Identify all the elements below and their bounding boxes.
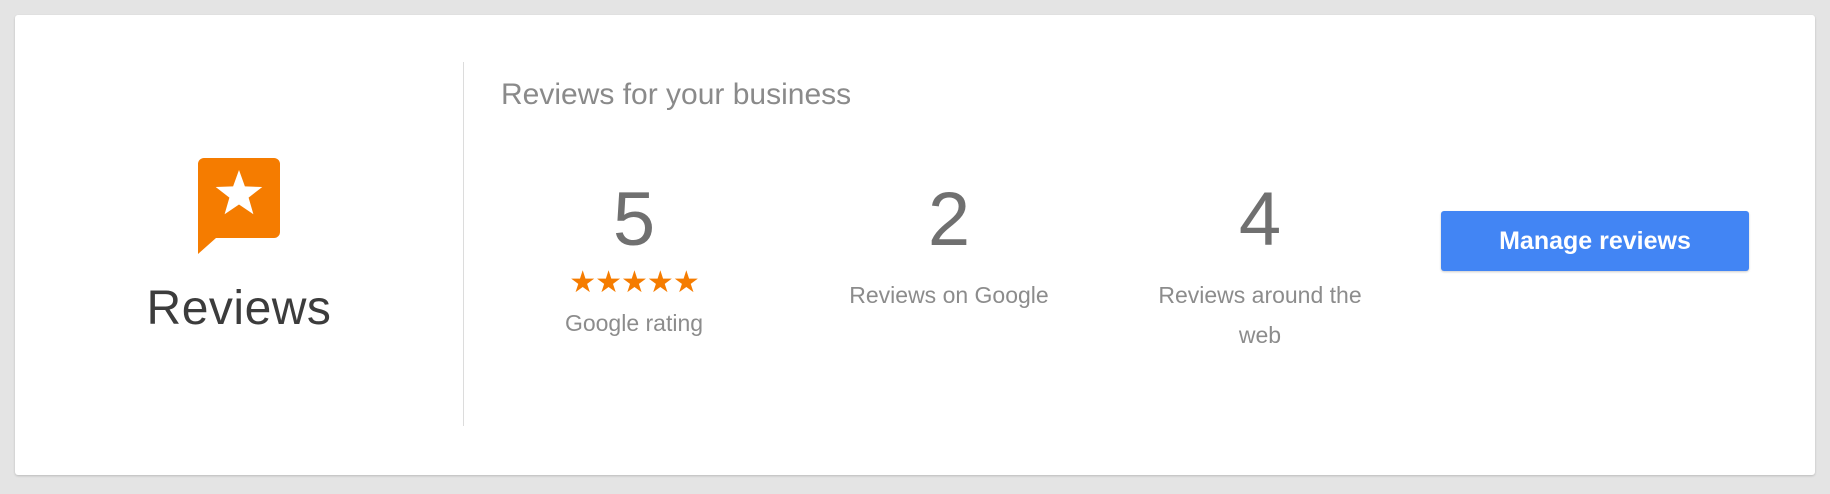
star-rating-icons: ★★★★★: [569, 266, 699, 299]
manage-reviews-button[interactable]: Manage reviews: [1441, 211, 1749, 271]
google-rating-stat: 5 ★★★★★ Google rating: [519, 175, 749, 343]
reviews-card: Reviews Reviews for your business 5 ★★★★…: [15, 15, 1815, 475]
reviews-around-web-label: Reviews around the web: [1158, 282, 1362, 348]
google-rating-value: 5: [612, 177, 656, 262]
reviews-panel-left: Reviews: [15, 15, 463, 475]
reviews-on-google-count: 2: [927, 177, 971, 262]
reviews-on-google-stat: 2 Reviews on Google: [819, 175, 1079, 315]
vertical-divider: [463, 62, 464, 426]
section-heading: Reviews for your business: [501, 78, 852, 111]
reviews-around-web-count: 4: [1238, 177, 1282, 262]
reviews-on-google-label: Reviews on Google: [849, 282, 1049, 308]
reviews-star-bubble-icon: [198, 158, 280, 254]
google-rating-label: Google rating: [564, 310, 704, 336]
panel-title: Reviews: [146, 282, 332, 335]
reviews-around-web-stat: 4 Reviews around the web: [1135, 175, 1385, 355]
